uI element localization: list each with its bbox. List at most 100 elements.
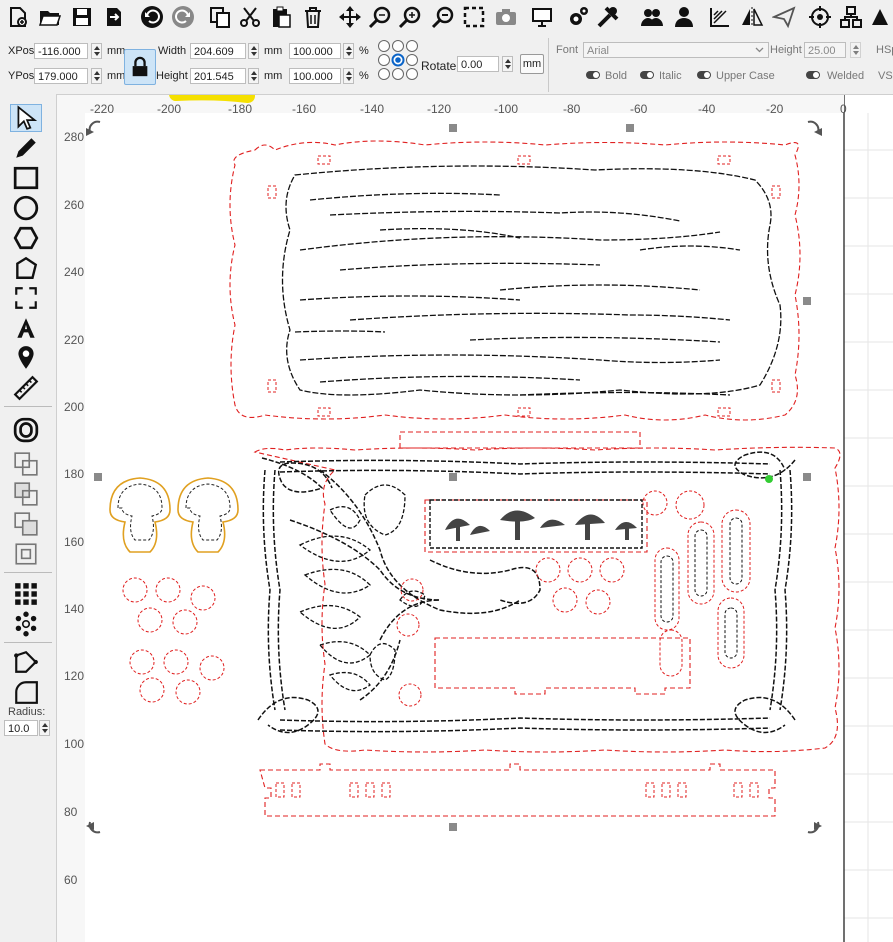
- mm-inch-toggle-button[interactable]: mm: [520, 54, 544, 74]
- save-icon[interactable]: [68, 3, 96, 31]
- ypos-spinner[interactable]: [91, 68, 102, 84]
- grid-array-tool[interactable]: [10, 580, 42, 608]
- open-folder-icon[interactable]: [36, 3, 64, 31]
- welded-toggle[interactable]: [806, 71, 820, 79]
- italic-toggle[interactable]: [640, 71, 654, 79]
- circular-array-tool[interactable]: [10, 610, 42, 638]
- text-icon: [17, 318, 35, 338]
- rectangle-icon: [13, 166, 39, 190]
- width-unit: mm: [264, 45, 283, 57]
- camera-icon[interactable]: [492, 3, 520, 31]
- left-tool-palette: Radius: 10.0: [0, 94, 57, 942]
- delete-icon[interactable]: [299, 3, 327, 31]
- vsp-label: VSp: [878, 70, 893, 82]
- separator: [548, 38, 549, 92]
- height-input[interactable]: 201.545: [190, 68, 246, 84]
- radius-input[interactable]: 10.0: [4, 720, 38, 736]
- boolean-union-tool[interactable]: [10, 450, 42, 478]
- node-edit-tool[interactable]: [10, 648, 42, 676]
- boolean-subtract-tool[interactable]: [10, 480, 42, 508]
- main-toolbar: [0, 0, 893, 37]
- font-height-label: Height: [770, 44, 802, 56]
- align-icon[interactable]: [706, 3, 734, 31]
- union-icon: [14, 452, 38, 476]
- monitor-icon[interactable]: [528, 3, 556, 31]
- cut-icon[interactable]: [236, 3, 264, 31]
- export-icon[interactable]: [100, 3, 128, 31]
- font-height-input[interactable]: 25.00: [804, 42, 846, 58]
- offset-tool[interactable]: [10, 416, 42, 444]
- boolean-intersect-tool[interactable]: [10, 510, 42, 538]
- polyline-tool[interactable]: [10, 254, 42, 282]
- undo-icon[interactable]: [138, 3, 166, 31]
- height-spinner[interactable]: [248, 68, 259, 84]
- font-height-spinner[interactable]: [850, 42, 861, 58]
- new-file-icon[interactable]: [4, 3, 32, 31]
- font-select[interactable]: Arial: [583, 42, 769, 58]
- rotate-label: Rotate: [421, 59, 457, 73]
- lock-ratio-button[interactable]: [124, 49, 156, 85]
- scale-height-percent: %: [359, 70, 369, 82]
- rectangle-tool[interactable]: [10, 164, 42, 192]
- more-icon[interactable]: [866, 3, 893, 31]
- bold-toggle[interactable]: [586, 71, 600, 79]
- zoom-in-plus-icon[interactable]: [396, 3, 424, 31]
- zoom-out-icon[interactable]: [429, 3, 457, 31]
- design-canvas[interactable]: [57, 95, 893, 942]
- polygon-tool[interactable]: [10, 224, 42, 252]
- polyline-icon: [16, 256, 38, 279]
- corner-frame-tool[interactable]: [10, 284, 42, 312]
- scale-height-input[interactable]: 100.000: [289, 68, 341, 84]
- move-icon[interactable]: [336, 3, 364, 31]
- zoom-in-icon[interactable]: [366, 3, 394, 31]
- welded-label: Welded: [827, 70, 865, 82]
- measure-tool[interactable]: [10, 374, 42, 402]
- zoom-frame-icon[interactable]: [460, 3, 488, 31]
- user-icon[interactable]: [670, 3, 698, 31]
- draw-pencil-tool[interactable]: [10, 134, 42, 162]
- ypos-input[interactable]: 179.000: [34, 68, 88, 84]
- scale-width-input[interactable]: 100.000: [289, 43, 341, 59]
- copy-icon[interactable]: [206, 3, 234, 31]
- text-tool[interactable]: [10, 314, 42, 342]
- xpos-spinner[interactable]: [91, 43, 102, 59]
- rotate-spinner[interactable]: [502, 56, 513, 72]
- frame-corners-icon: [15, 287, 37, 309]
- mirror-icon[interactable]: [738, 3, 766, 31]
- height-unit: mm: [264, 70, 283, 82]
- lock-icon: [132, 56, 148, 77]
- weld-tool[interactable]: [10, 540, 42, 568]
- paste-icon[interactable]: [267, 3, 295, 31]
- circular-array-icon: [15, 611, 37, 637]
- corner-radius-tool[interactable]: [10, 678, 42, 706]
- circle-icon: [13, 195, 39, 221]
- tree-icon[interactable]: [837, 3, 865, 31]
- xpos-label: XPos: [8, 45, 35, 57]
- separator: [4, 642, 52, 643]
- ruler-icon: [13, 375, 39, 401]
- radius-spinner[interactable]: [39, 720, 50, 736]
- hsp-label: HSp: [876, 44, 893, 56]
- scale-height-spinner[interactable]: [343, 68, 354, 84]
- anchor-point-grid[interactable]: [377, 39, 419, 81]
- rotate-input[interactable]: 0.00: [457, 56, 499, 72]
- settings-gear-icon[interactable]: [564, 3, 592, 31]
- offset-ring-icon: [13, 417, 39, 443]
- target-icon[interactable]: [806, 3, 834, 31]
- width-input[interactable]: 204.609: [190, 43, 246, 59]
- scale-width-spinner[interactable]: [343, 43, 354, 59]
- intersect-icon: [14, 512, 38, 536]
- redo-icon[interactable]: [169, 3, 197, 31]
- tools-wrench-icon[interactable]: [594, 3, 622, 31]
- select-tool[interactable]: [10, 104, 42, 132]
- xpos-input[interactable]: -116.000: [34, 43, 88, 59]
- ellipse-tool[interactable]: [10, 194, 42, 222]
- property-bar: XPos -116.000 mm YPos 179.000 mm Width 2…: [0, 36, 893, 95]
- send-icon[interactable]: [770, 3, 798, 31]
- font-select-value: Arial: [587, 45, 610, 57]
- upper-case-toggle[interactable]: [697, 71, 711, 79]
- weld-icon: [15, 543, 37, 565]
- width-spinner[interactable]: [248, 43, 259, 59]
- users-group-icon[interactable]: [638, 3, 666, 31]
- position-marker-tool[interactable]: [10, 344, 42, 372]
